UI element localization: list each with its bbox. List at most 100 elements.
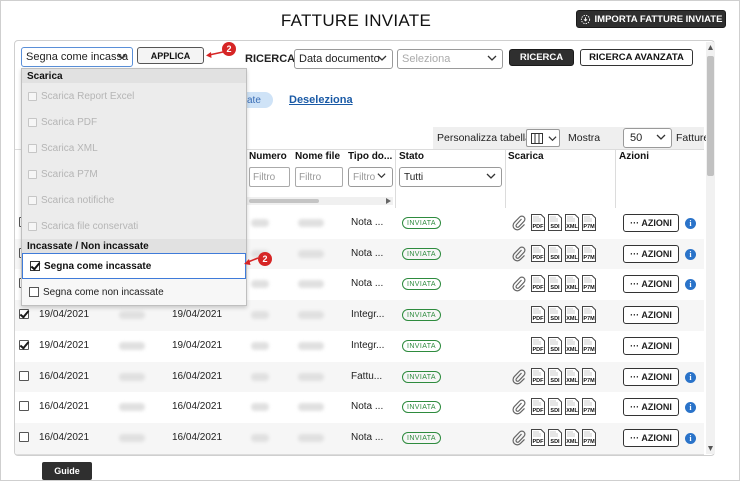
horizontal-scrollbar[interactable] xyxy=(247,197,393,205)
p7m-file-icon[interactable]: P7M xyxy=(582,245,596,262)
pdf-file-icon[interactable]: PDF xyxy=(531,368,545,385)
p7m-file-icon[interactable]: P7M xyxy=(582,368,596,385)
status-badge: INVIATA xyxy=(402,340,441,352)
row-date: 16/04/2021 xyxy=(39,371,90,382)
vertical-scroll-thumb[interactable] xyxy=(707,56,714,176)
pdf-file-icon[interactable]: PDF xyxy=(531,398,545,415)
pdf-file-icon[interactable]: PDF xyxy=(531,306,545,323)
sdi-file-icon[interactable]: SDI xyxy=(548,429,562,446)
scroll-up-icon[interactable] xyxy=(708,45,713,50)
xml-file-icon[interactable]: XML xyxy=(565,337,579,354)
column-filename-header[interactable]: Nome file xyxy=(295,151,340,162)
filename-filter-input[interactable]: Filtro xyxy=(295,167,343,187)
p7m-file-icon[interactable]: P7M xyxy=(582,306,596,323)
info-icon[interactable]: i xyxy=(685,402,696,413)
period-select[interactable]: Seleziona xyxy=(397,49,503,69)
column-status-header[interactable]: Stato xyxy=(399,151,424,162)
date-field-select[interactable]: Data documento xyxy=(294,49,393,69)
pdf-file-icon[interactable]: PDF xyxy=(531,429,545,446)
vertical-scrollbar[interactable] xyxy=(706,42,715,454)
pdf-file-icon[interactable]: PDF xyxy=(531,214,545,231)
checkbox-icon xyxy=(28,195,37,205)
row-actions-button[interactable]: ··· AZIONI xyxy=(623,337,679,355)
row-actions-button[interactable]: ··· AZIONI xyxy=(623,429,679,447)
dropdown-item-label: Scarica notifiche xyxy=(41,194,115,206)
bulk-action-select[interactable]: Segna come incassa xyxy=(21,47,133,67)
xml-file-icon[interactable]: XML xyxy=(565,368,579,385)
import-invoices-button[interactable]: IMPORTA FATTURE INVIATE xyxy=(576,10,726,28)
info-icon[interactable]: i xyxy=(685,372,696,383)
scroll-right-icon[interactable] xyxy=(386,198,391,204)
column-number-header[interactable]: Numero xyxy=(249,151,287,162)
doctype-filter-select[interactable]: Filtro xyxy=(348,167,393,187)
sdi-file-icon[interactable]: SDI xyxy=(548,368,562,385)
row-actions-button[interactable]: ··· AZIONI xyxy=(623,214,679,232)
row-checkbox[interactable] xyxy=(19,309,29,319)
apply-button[interactable]: APPLICA xyxy=(137,47,204,64)
p7m-file-icon[interactable]: P7M xyxy=(582,398,596,415)
search-button[interactable]: RICERCA xyxy=(509,49,574,66)
deselect-link[interactable]: Deseleziona xyxy=(289,94,353,106)
info-icon[interactable]: i xyxy=(685,218,696,229)
paperclip-icon[interactable] xyxy=(512,399,526,415)
status-filter-select[interactable]: Tutti xyxy=(399,167,502,187)
dropdown-item-mark-unpaid[interactable]: Segna come non incassate xyxy=(22,279,246,305)
p7m-file-icon[interactable]: P7M xyxy=(582,429,596,446)
paperclip-icon[interactable] xyxy=(512,215,526,231)
info-icon[interactable]: i xyxy=(685,249,696,260)
number-filter-input[interactable]: Filtro xyxy=(249,167,290,187)
file-type-label: SDI xyxy=(550,378,560,384)
row-checkbox[interactable] xyxy=(19,432,29,442)
dropdown-item-pdf[interactable]: Scarica PDF xyxy=(22,109,246,135)
xml-file-icon[interactable]: XML xyxy=(565,306,579,323)
paperclip-icon[interactable] xyxy=(512,430,526,446)
row-checkbox[interactable] xyxy=(19,401,29,411)
sdi-file-icon[interactable]: SDI xyxy=(548,306,562,323)
row-actions-button[interactable]: ··· AZIONI xyxy=(623,275,679,293)
dropdown-item-mark-paid[interactable]: Segna come incassate xyxy=(22,253,246,279)
p7m-file-icon[interactable]: P7M xyxy=(582,214,596,231)
xml-file-icon[interactable]: XML xyxy=(565,398,579,415)
column-settings-button[interactable] xyxy=(526,129,560,147)
p7m-file-icon[interactable]: P7M xyxy=(582,275,596,292)
arrow-left-icon xyxy=(244,257,259,265)
guide-button[interactable]: Guide xyxy=(42,462,92,480)
file-type-label: XML xyxy=(566,285,578,291)
scroll-down-icon[interactable] xyxy=(708,446,713,451)
dropdown-item-excel-report[interactable]: Scarica Report Excel xyxy=(22,83,246,109)
info-icon[interactable]: i xyxy=(685,279,696,290)
dropdown-group-download: Scarica xyxy=(22,69,246,83)
dropdown-item-p7m[interactable]: Scarica P7M xyxy=(22,161,246,187)
row-checkbox[interactable] xyxy=(19,340,29,350)
row-checkbox[interactable] xyxy=(19,371,29,381)
xml-file-icon[interactable]: XML xyxy=(565,245,579,262)
dropdown-item-archived-files[interactable]: Scarica file conservati xyxy=(22,213,246,239)
pdf-file-icon[interactable]: PDF xyxy=(531,275,545,292)
sdi-file-icon[interactable]: SDI xyxy=(548,214,562,231)
dropdown-item-label: Scarica Report Excel xyxy=(41,90,135,102)
paperclip-icon[interactable] xyxy=(512,369,526,385)
xml-file-icon[interactable]: XML xyxy=(565,429,579,446)
xml-file-icon[interactable]: XML xyxy=(565,275,579,292)
dropdown-item-notifications[interactable]: Scarica notifiche xyxy=(22,187,246,213)
p7m-file-icon[interactable]: P7M xyxy=(582,337,596,354)
row-actions-button[interactable]: ··· AZIONI xyxy=(623,306,679,324)
info-icon[interactable]: i xyxy=(685,433,696,444)
dropdown-item-xml[interactable]: Scarica XML xyxy=(22,135,246,161)
pdf-file-icon[interactable]: PDF xyxy=(531,337,545,354)
paperclip-icon[interactable] xyxy=(512,276,526,292)
page-size-select[interactable]: 50 xyxy=(623,128,672,148)
row-actions-button[interactable]: ··· AZIONI xyxy=(623,245,679,263)
advanced-search-button[interactable]: RICERCA AVANZATA xyxy=(580,49,693,66)
sdi-file-icon[interactable]: SDI xyxy=(548,275,562,292)
sdi-file-icon[interactable]: SDI xyxy=(548,398,562,415)
xml-file-icon[interactable]: XML xyxy=(565,214,579,231)
horizontal-scroll-thumb[interactable] xyxy=(249,199,319,203)
sdi-file-icon[interactable]: SDI xyxy=(548,337,562,354)
paperclip-icon[interactable] xyxy=(512,246,526,262)
row-actions-button[interactable]: ··· AZIONI xyxy=(623,368,679,386)
sdi-file-icon[interactable]: SDI xyxy=(548,245,562,262)
pdf-file-icon[interactable]: PDF xyxy=(531,245,545,262)
column-doctype-header[interactable]: Tipo do... xyxy=(348,151,392,162)
row-actions-button[interactable]: ··· AZIONI xyxy=(623,398,679,416)
